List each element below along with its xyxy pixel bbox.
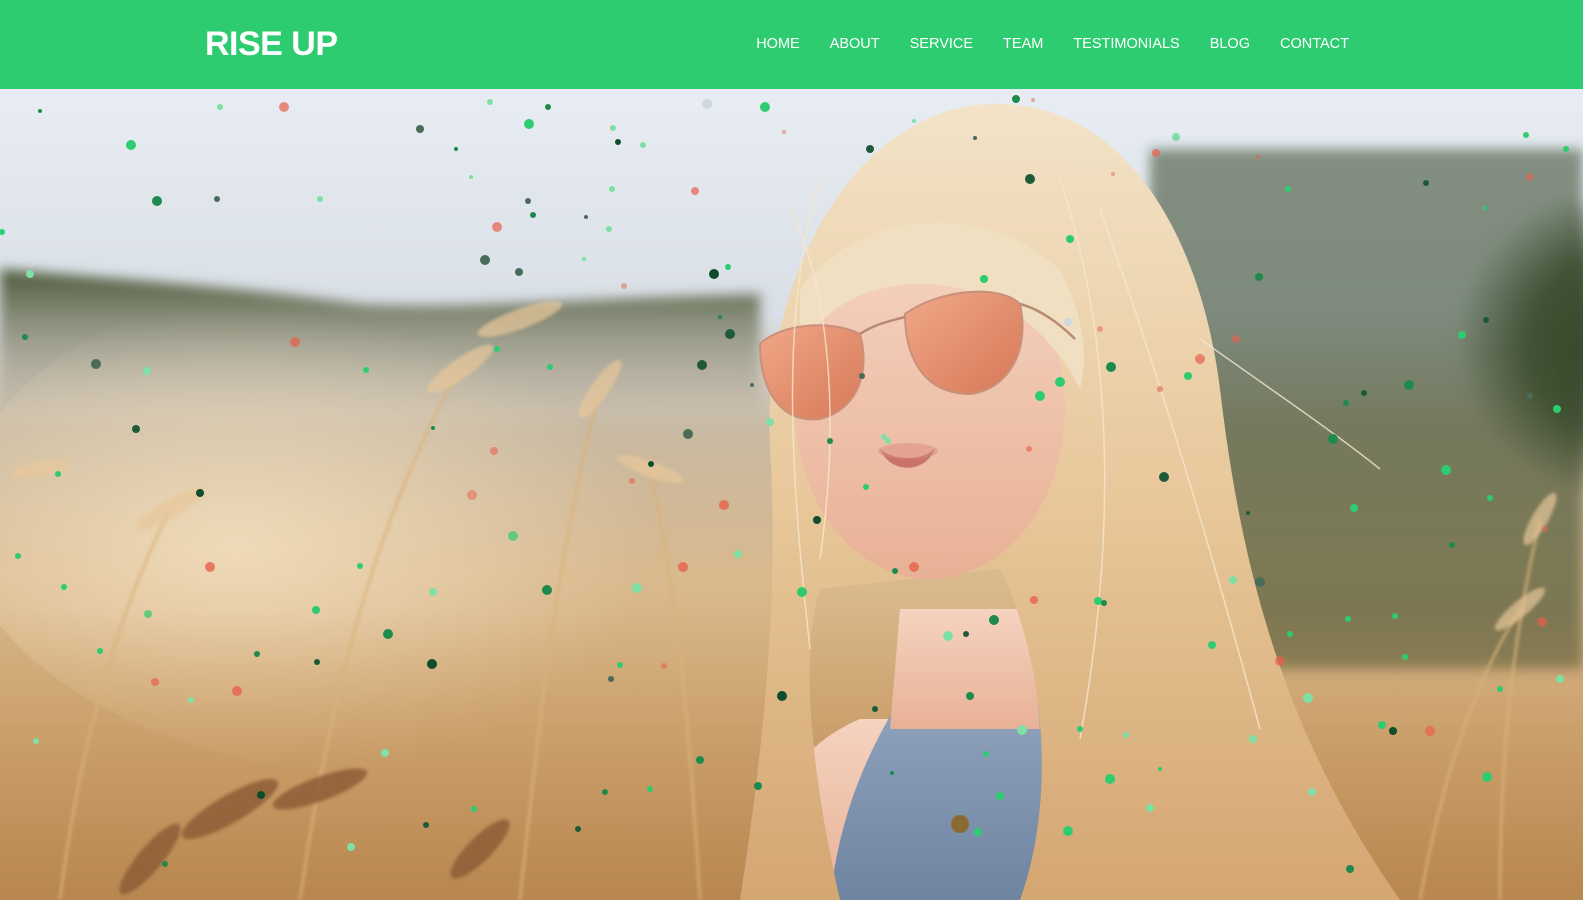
nav-link-about[interactable]: ABOUT — [815, 0, 895, 89]
nav-link-contact[interactable]: CONTACT — [1265, 0, 1349, 89]
nav-link-service[interactable]: SERVICE — [895, 0, 988, 89]
nav-link-team[interactable]: TEAM — [988, 0, 1058, 89]
nav-item-service: SERVICE — [895, 0, 988, 89]
brand-logo[interactable]: RISE UP — [205, 24, 338, 64]
nav-item-contact: CONTACT — [1265, 0, 1349, 89]
nav-item-team: TEAM — [988, 0, 1058, 89]
nav-link-blog[interactable]: BLOG — [1195, 0, 1265, 89]
hero-banner — [0, 89, 1583, 900]
nav-link-home[interactable]: HOME — [741, 0, 815, 89]
main-nav: HOME ABOUT SERVICE TEAM TESTIMONIALS BLO… — [741, 0, 1349, 89]
nav-item-home: HOME — [741, 0, 815, 89]
top-navbar: RISE UP HOME ABOUT SERVICE TEAM TESTIMON… — [0, 0, 1583, 89]
nav-link-testimonials[interactable]: TESTIMONIALS — [1058, 0, 1194, 89]
hero-photo — [0, 89, 1583, 900]
nav-item-testimonials: TESTIMONIALS — [1058, 0, 1194, 89]
nav-item-about: ABOUT — [815, 0, 895, 89]
nav-item-blog: BLOG — [1195, 0, 1265, 89]
